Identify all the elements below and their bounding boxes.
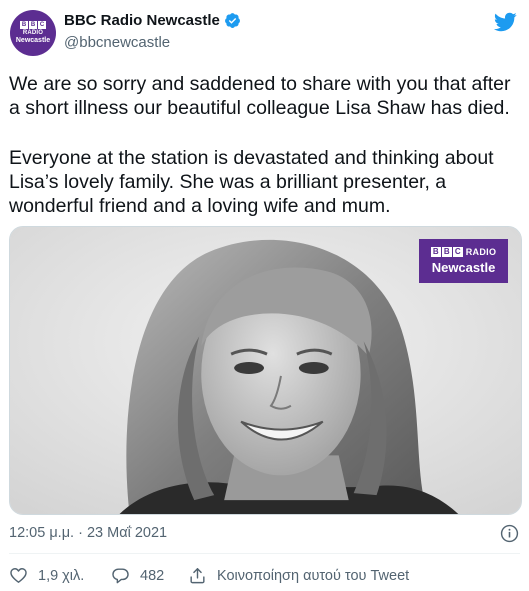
- name-row: BBC Radio Newcastle: [64, 12, 241, 29]
- logo-station-text: Newcastle: [431, 260, 496, 275]
- divider: [9, 553, 520, 554]
- avatar-bbc-blocks: B B C: [20, 21, 46, 29]
- logo-bbc-letter: C: [452, 247, 463, 257]
- share-button[interactable]: Κοινοποίηση αυτού του Tweet: [188, 566, 409, 585]
- twitter-bird-icon[interactable]: [493, 10, 517, 34]
- avatar-bbc-letter: B: [20, 21, 28, 29]
- avatar[interactable]: B B C RADIO Newcastle: [10, 10, 56, 56]
- share-label: Κοινοποίηση αυτού του Tweet: [217, 567, 410, 584]
- logo-top-row: B B C RADIO: [430, 247, 497, 257]
- tweet-paragraph-2: Everyone at the station is devastated an…: [9, 147, 494, 217]
- handle[interactable]: @bbcnewcastle: [64, 34, 170, 51]
- reply-icon: [112, 568, 129, 584]
- like-button[interactable]: 1,9 χιλ.: [9, 566, 84, 585]
- tweet: B B C RADIO Newcastle BBC Radio Newcastl…: [0, 0, 529, 591]
- avatar-radio-text: RADIO: [22, 30, 44, 36]
- heart-icon: [10, 568, 27, 583]
- reply-button[interactable]: 482: [111, 566, 164, 585]
- verified-badge-icon: [224, 13, 240, 28]
- tweet-timestamp[interactable]: 12:05 μ.μ. · 23 Μαΐ 2021: [9, 525, 167, 541]
- avatar-bbc-letter: B: [29, 21, 37, 29]
- logo-radio-text: RADIO: [465, 247, 497, 257]
- tweet-paragraph-1: We are so sorry and saddened to share wi…: [9, 73, 511, 119]
- bbc-radio-newcastle-logo: B B C RADIO Newcastle: [419, 239, 508, 283]
- display-name[interactable]: BBC Radio Newcastle: [64, 12, 220, 29]
- share-icon: [190, 568, 205, 584]
- reply-count: 482: [140, 567, 165, 584]
- like-count: 1,9 χιλ.: [38, 567, 85, 584]
- info-icon[interactable]: [500, 524, 519, 543]
- logo-bbc-letter: B: [430, 247, 441, 257]
- tweet-photo[interactable]: B B C RADIO Newcastle: [9, 226, 522, 515]
- avatar-bbc-letter: C: [38, 21, 46, 29]
- logo-bbc-letter: B: [441, 247, 452, 257]
- avatar-station-text: Newcastle: [15, 37, 51, 44]
